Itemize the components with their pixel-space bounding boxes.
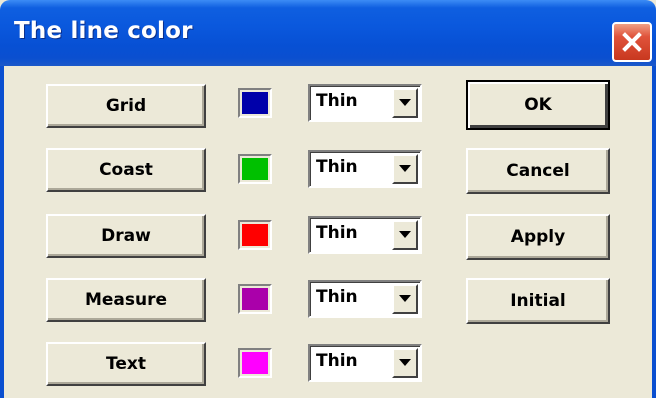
coast-color-fill (242, 158, 268, 180)
measure-button[interactable]: Measure (46, 278, 206, 322)
grid-button[interactable]: Grid (46, 84, 206, 128)
window-frame-right (652, 66, 656, 398)
measure-color-swatch[interactable] (238, 284, 272, 314)
close-button[interactable] (612, 22, 652, 62)
draw-dropdown-button[interactable] (392, 220, 418, 250)
initial-button[interactable]: Initial (466, 278, 610, 324)
grid-dropdown-button[interactable] (392, 88, 418, 118)
window-frame-left (0, 66, 4, 398)
line-color-dialog: The line color Grid Thin Coast Thin Draw… (0, 0, 656, 398)
draw-color-fill (242, 224, 268, 246)
coast-button[interactable]: Coast (46, 148, 206, 192)
chevron-down-icon (399, 99, 411, 106)
cancel-button[interactable]: Cancel (466, 148, 610, 194)
coast-thickness-value: Thin (316, 157, 358, 177)
measure-dropdown-button[interactable] (392, 284, 418, 314)
chevron-down-icon (399, 295, 411, 302)
measure-thickness-value: Thin (316, 287, 358, 307)
text-button[interactable]: Text (46, 342, 206, 386)
grid-color-fill (242, 92, 268, 114)
text-color-fill (242, 352, 268, 374)
text-color-swatch[interactable] (238, 348, 272, 378)
text-thickness-select[interactable]: Thin (308, 344, 422, 382)
grid-thickness-select[interactable]: Thin (308, 84, 422, 122)
coast-thickness-select[interactable]: Thin (308, 150, 422, 188)
close-icon (622, 32, 642, 52)
window-title: The line color (14, 18, 193, 44)
coast-color-swatch[interactable] (238, 154, 272, 184)
measure-thickness-select[interactable]: Thin (308, 280, 422, 318)
grid-color-swatch[interactable] (238, 88, 272, 118)
draw-color-swatch[interactable] (238, 220, 272, 250)
apply-button[interactable]: Apply (466, 214, 610, 260)
draw-button[interactable]: Draw (46, 214, 206, 258)
coast-dropdown-button[interactable] (392, 154, 418, 184)
measure-color-fill (242, 288, 268, 310)
chevron-down-icon (399, 165, 411, 172)
draw-thickness-value: Thin (316, 223, 358, 243)
text-thickness-value: Thin (316, 351, 358, 371)
chevron-down-icon (399, 359, 411, 366)
chevron-down-icon (399, 231, 411, 238)
ok-button[interactable]: OK (466, 80, 610, 130)
text-dropdown-button[interactable] (392, 348, 418, 378)
draw-thickness-select[interactable]: Thin (308, 216, 422, 254)
title-bar[interactable]: The line color (0, 0, 656, 66)
grid-thickness-value: Thin (316, 91, 358, 111)
